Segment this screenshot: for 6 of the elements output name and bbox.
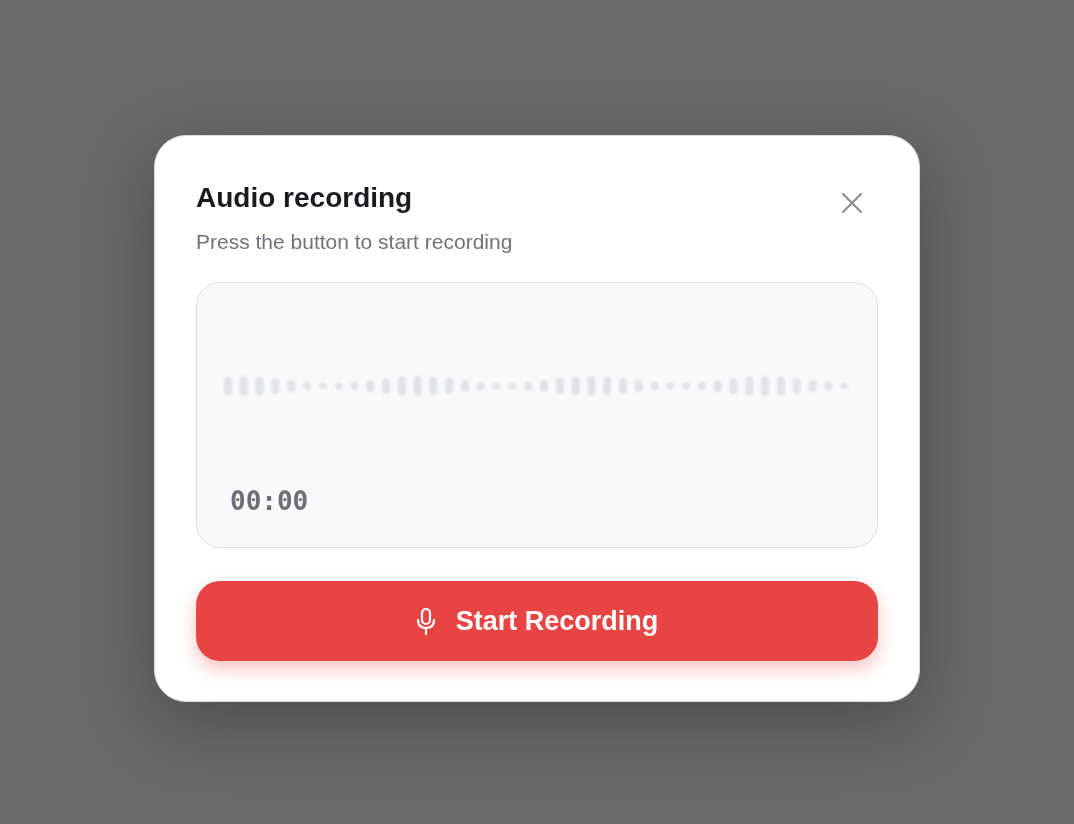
start-recording-button[interactable]: Start Recording <box>196 581 878 661</box>
timer-text: 00:00 <box>230 485 309 517</box>
close-icon <box>842 193 862 213</box>
dialog-subtitle: Press the button to start recording <box>196 229 513 255</box>
dialog-title: Audio recording <box>196 181 413 215</box>
microphone-icon <box>415 607 436 635</box>
